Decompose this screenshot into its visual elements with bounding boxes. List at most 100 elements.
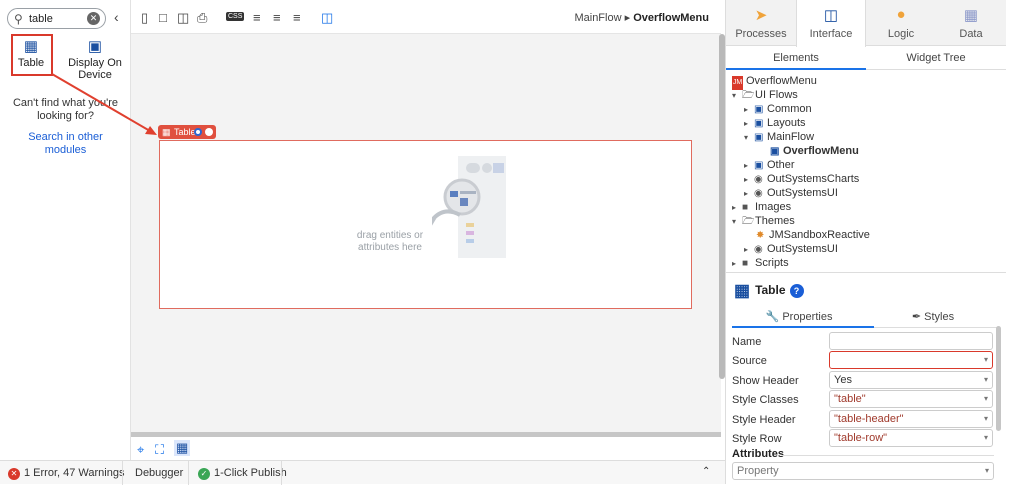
publish-tab[interactable]: ✓ 1-Click Publish [198,467,287,480]
style-classes-input[interactable]: "table" ▾ [829,390,993,408]
tag-dot-white[interactable] [205,128,213,136]
tablet-view-icon[interactable]: □ [159,10,167,25]
module-ref-icon: ◉ [754,174,763,185]
data-icon: ▦ [963,7,979,24]
node-label: Themes [755,215,795,227]
tab-styles[interactable]: ✒ Styles [866,310,1000,323]
breadcrumb-flow[interactable]: MainFlow [574,12,621,24]
chevron-right-icon: ▸ [744,189,749,198]
tree-node-outsystemsui-theme[interactable]: ▸ ◉ OutSystemsUI [744,242,838,256]
attributes-heading: Attributes [732,448,784,460]
rotate-view-icon[interactable]: ⎙ [197,10,207,26]
source-select[interactable]: ▾ [829,351,993,369]
divider [281,461,282,485]
search-input[interactable]: table [29,13,53,25]
debugger-tab[interactable]: Debugger [135,467,183,479]
error-icon: ✕ [8,468,20,480]
layout-toggle-icon[interactable]: ◫ [321,10,333,26]
node-label: OutSystemsUI [767,187,838,199]
widget-display-on-device[interactable]: ▣ Display On Device [64,37,126,81]
node-label: OverflowMenu [783,145,859,157]
toolbox-search[interactable]: ⚲ table ✕ [7,8,106,29]
align-right-icon[interactable]: ≡ [293,10,301,25]
widget-table[interactable]: ▦ Table [8,37,54,69]
chevron-up-icon[interactable]: ⌃ [702,466,710,477]
display-device-icon: ▣ [87,38,103,55]
tab-logic[interactable]: ● Logic [866,0,936,46]
tree-node-images[interactable]: ▸ ■ Images [732,200,791,214]
node-label: MainFlow [767,131,815,143]
prop-label: Source [732,355,767,367]
fit-icon[interactable]: ⌖ [137,442,144,458]
table-widget-dropzone[interactable] [159,140,692,309]
tree-node-jmsandbox[interactable]: ✸ JMSandboxReactive [756,228,870,242]
tab-widget-tree[interactable]: Widget Tree [866,52,1006,64]
node-label: JMSandboxReactive [769,229,870,241]
align-center-icon[interactable]: ≡ [273,10,281,25]
chevron-right-icon: ▸ [624,12,631,24]
css-icon[interactable]: CSS [226,12,245,21]
tree-node-outsystemscharts[interactable]: ▸ ◉ OutSystemsCharts [744,172,859,186]
expand-icon[interactable]: ⛶ [155,442,164,458]
chevron-down-icon: ▾ [732,217,737,226]
prop-name: Name [732,332,994,351]
breadcrumb-screen: OverflowMenu [633,12,709,24]
widget-label: Display On Device [68,57,122,81]
prop-label: Style Classes [732,394,799,406]
widget-header: ▦ Table? [734,281,804,301]
search-other-modules-link[interactable]: Search in other modules [8,131,123,157]
tree-node-layouts[interactable]: ▸ ▣ Layouts [744,116,806,130]
table-view-icon[interactable]: ▦ [174,440,191,456]
breadcrumb: MainFlow ▸ OverflowMenu [574,11,709,24]
widget-tag-table[interactable]: ▦ Table [158,125,216,139]
tab-properties[interactable]: 🔧 Properties [732,310,866,323]
prop-label: Name [732,336,762,348]
tree-node-overflowmenu[interactable]: ▣ OverflowMenu [770,144,859,158]
chevron-down-icon: ▾ [983,414,988,423]
errors-status[interactable]: ✕ 1 Error, 47 Warnings [8,467,124,480]
style-header-input[interactable]: "table-header" ▾ [829,410,993,428]
tree-node-outsystemsui[interactable]: ▸ ◉ OutSystemsUI [744,186,838,200]
tree-node-ui-flows[interactable]: ▾ 🗁UI Flows [732,88,798,102]
show-header-select[interactable]: Yes ▾ [829,371,993,389]
properties-scrollbar[interactable] [996,326,1001,431]
tab-label: Processes [735,28,787,40]
flow-icon: ▣ [754,160,764,171]
name-input[interactable] [829,332,993,350]
tab-interface[interactable]: ◫ Interface [796,0,866,47]
node-label: OverflowMenu [746,75,817,87]
collapse-panel-icon[interactable]: ‹ [114,9,119,25]
interface-icon: ◫ [823,7,839,24]
prop-source: Source ▾ [732,351,994,370]
node-label: Layouts [767,117,806,129]
tab-data[interactable]: ▦ Data [936,0,1006,46]
tab-processes[interactable]: ➤ Processes [726,0,796,46]
check-icon: ✓ [198,468,210,480]
node-label: Other [767,159,795,171]
tree-node-common[interactable]: ▸ ▣ Common [744,102,812,116]
tag-dot-blue[interactable] [194,128,202,136]
tree-node-root[interactable]: JM OverflowMenu [732,74,817,90]
align-left-icon[interactable]: ≡ [253,10,261,25]
folder-icon: 🗁 [742,90,755,101]
tree-node-other[interactable]: ▸ ▣ Other [744,158,795,172]
canvas-horizontal-scrollbar[interactable] [131,432,721,437]
tree-node-scripts[interactable]: ▸ ■ Scripts [732,256,789,270]
property-select[interactable]: Property ▾ [732,462,994,480]
node-label: Images [755,201,792,213]
screen-icon: ▣ [770,146,780,157]
folder-icon: ■ [742,258,749,269]
tree-node-mainflow[interactable]: ▾ ▣ MainFlow [744,130,814,144]
clear-icon[interactable]: ✕ [87,12,100,25]
chevron-right-icon: ▸ [732,203,737,212]
chevron-right-icon: ▸ [744,175,749,184]
chevron-down-icon: ▾ [983,355,988,364]
phone-view-icon[interactable]: ▯ [141,10,148,26]
help-icon[interactable]: ? [789,284,804,298]
widget-tag-label: Table [174,127,196,137]
tab-elements[interactable]: Elements [726,52,866,64]
tree-node-themes[interactable]: ▾ 🗁Themes [732,214,795,228]
style-row-input[interactable]: "table-row" ▾ [829,429,993,447]
widget-label: Table [17,57,45,69]
desktop-view-icon[interactable]: ◫ [177,10,189,26]
